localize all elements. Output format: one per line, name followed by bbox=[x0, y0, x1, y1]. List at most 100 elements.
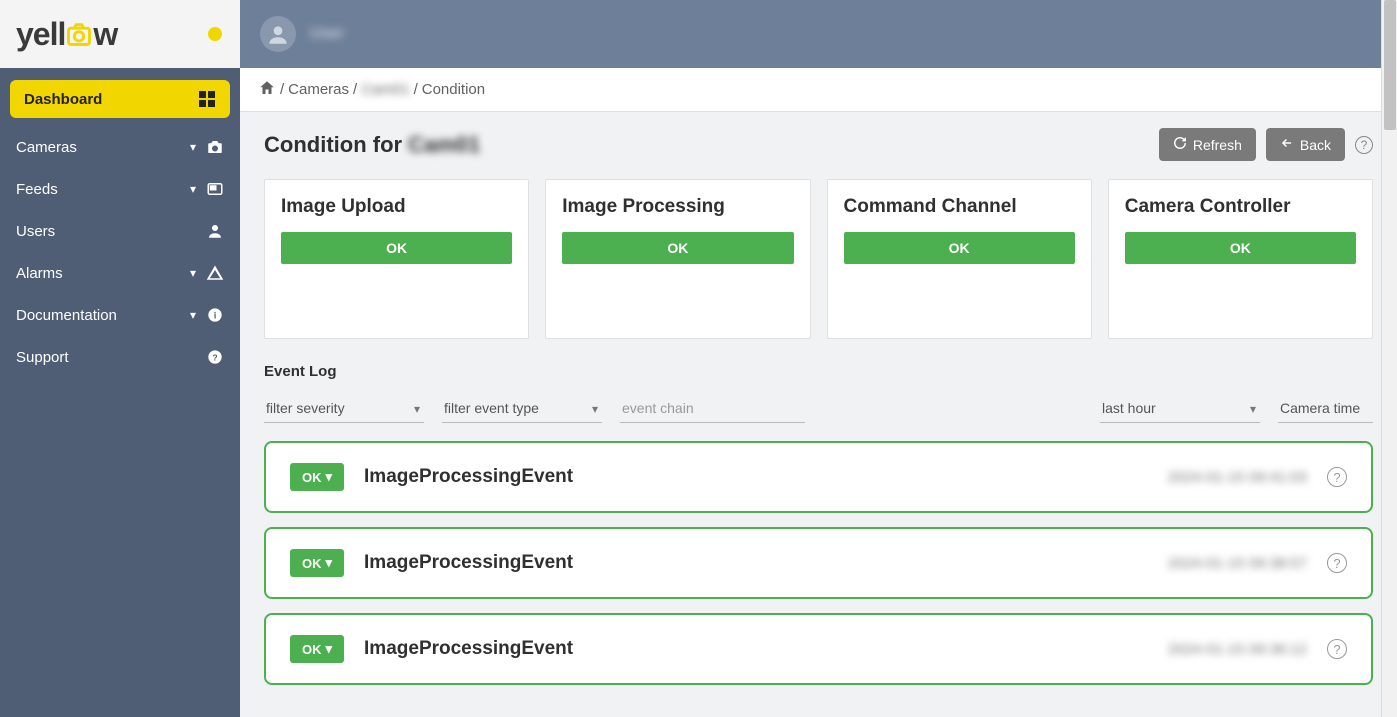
warning-icon bbox=[206, 264, 224, 282]
filter-event-type-select[interactable]: filter event type bbox=[442, 394, 602, 423]
status-card-command-channel: Command Channel OK bbox=[827, 179, 1092, 339]
status-card-camera-controller: Camera Controller OK bbox=[1108, 179, 1373, 339]
filter-severity-select[interactable]: filter severity bbox=[264, 394, 424, 423]
page-title: Condition for Cam01 bbox=[264, 132, 480, 158]
event-timestamp: 2024-01-15 09:38:57 bbox=[1168, 555, 1307, 572]
topbar: User bbox=[240, 0, 1397, 68]
sidebar-item-alarms[interactable]: Alarms ▾ bbox=[0, 252, 240, 294]
event-name: ImageProcessingEvent bbox=[364, 552, 573, 574]
breadcrumb-sep: / bbox=[353, 81, 357, 98]
filter-time-range-select[interactable]: last hour bbox=[1100, 394, 1260, 423]
sidebar-item-label: Documentation bbox=[16, 307, 117, 324]
card-title: Image Upload bbox=[281, 196, 512, 218]
event-row: OK ▾ ImageProcessingEvent 2024-01-15 09:4… bbox=[264, 441, 1373, 513]
page-help-icon[interactable]: ? bbox=[1355, 136, 1373, 154]
status-dot-icon bbox=[208, 27, 222, 41]
username-label: User bbox=[310, 25, 344, 43]
sidebar-item-label: Support bbox=[16, 349, 69, 366]
status-card-image-upload: Image Upload OK bbox=[264, 179, 529, 339]
brand-logo: yell w bbox=[16, 16, 117, 53]
sidebar-item-label: Alarms bbox=[16, 265, 63, 282]
refresh-button-label: Refresh bbox=[1193, 137, 1242, 153]
main-area: User / Cameras / Cam01 / Condition Condi… bbox=[240, 0, 1397, 717]
event-list: OK ▾ ImageProcessingEvent 2024-01-15 09:4… bbox=[264, 441, 1373, 685]
sidebar-item-feeds[interactable]: Feeds ▾ bbox=[0, 168, 240, 210]
logo-area: yell w bbox=[0, 0, 240, 68]
sidebar: yell w Dashboard Cameras ▾ bbox=[0, 0, 240, 717]
dashboard-icon bbox=[198, 90, 216, 108]
event-help-icon[interactable]: ? bbox=[1327, 639, 1347, 659]
page-header: Condition for Cam01 Refresh Back ? bbox=[264, 128, 1373, 161]
breadcrumb-sep: / bbox=[280, 81, 284, 98]
avatar[interactable] bbox=[260, 16, 296, 52]
header-buttons: Refresh Back ? bbox=[1159, 128, 1373, 161]
camera-icon bbox=[206, 138, 224, 156]
event-filters: filter severity ▾ filter event type ▾ la… bbox=[264, 394, 1373, 423]
page-title-subject: Cam01 bbox=[408, 132, 480, 158]
event-status-label: OK bbox=[302, 556, 322, 571]
sidebar-item-label: Users bbox=[16, 223, 55, 240]
sidebar-item-dashboard[interactable]: Dashboard bbox=[10, 80, 230, 118]
sidebar-item-label: Feeds bbox=[16, 181, 58, 198]
status-card-image-processing: Image Processing OK bbox=[545, 179, 810, 339]
breadcrumb: / Cameras / Cam01 / Condition bbox=[240, 68, 1397, 112]
filter-event-type-wrap: filter event type ▾ bbox=[442, 394, 602, 423]
filter-time-range-wrap: last hour ▾ bbox=[1100, 394, 1260, 423]
camera-o-icon bbox=[65, 20, 93, 48]
chevron-down-icon: ▾ bbox=[190, 308, 196, 322]
status-badge: OK bbox=[562, 232, 793, 264]
sidebar-item-cameras[interactable]: Cameras ▾ bbox=[0, 126, 240, 168]
status-badge: OK bbox=[281, 232, 512, 264]
filter-timezone-wrap: Camera time bbox=[1278, 394, 1373, 423]
svg-text:?: ? bbox=[212, 352, 217, 362]
event-status-label: OK bbox=[302, 642, 322, 657]
event-name: ImageProcessingEvent bbox=[364, 466, 573, 488]
caret-down-icon: ▾ bbox=[326, 641, 333, 657]
event-name: ImageProcessingEvent bbox=[364, 638, 573, 660]
breadcrumb-camera-id[interactable]: Cam01 bbox=[361, 81, 409, 98]
browser-scrollbar[interactable] bbox=[1381, 0, 1397, 717]
home-icon[interactable] bbox=[258, 79, 276, 101]
scrollbar-thumb[interactable] bbox=[1384, 0, 1396, 130]
caret-down-icon: ▾ bbox=[326, 469, 333, 485]
card-title: Command Channel bbox=[844, 196, 1075, 218]
logo-text-post: w bbox=[93, 16, 117, 53]
event-help-icon[interactable]: ? bbox=[1327, 553, 1347, 573]
filter-timezone-select[interactable]: Camera time bbox=[1278, 394, 1373, 423]
info-icon: i bbox=[206, 306, 224, 324]
card-title: Camera Controller bbox=[1125, 196, 1356, 218]
breadcrumb-cameras[interactable]: Cameras bbox=[288, 81, 349, 98]
back-button[interactable]: Back bbox=[1266, 128, 1345, 161]
refresh-icon bbox=[1173, 136, 1187, 153]
event-row: OK ▾ ImageProcessingEvent 2024-01-15 09:3… bbox=[264, 527, 1373, 599]
chevron-down-icon: ▾ bbox=[190, 182, 196, 196]
back-button-label: Back bbox=[1300, 137, 1331, 153]
event-timestamp: 2024-01-15 09:36:12 bbox=[1168, 641, 1307, 658]
event-row: OK ▾ ImageProcessingEvent 2024-01-15 09:3… bbox=[264, 613, 1373, 685]
event-log-title: Event Log bbox=[264, 363, 1373, 380]
sidebar-item-users[interactable]: Users bbox=[0, 210, 240, 252]
breadcrumb-condition: Condition bbox=[422, 81, 485, 98]
event-chain-input[interactable] bbox=[620, 394, 805, 423]
back-arrow-icon bbox=[1280, 136, 1294, 153]
event-status-label: OK bbox=[302, 470, 322, 485]
svg-text:i: i bbox=[214, 310, 217, 320]
sidebar-item-documentation[interactable]: Documentation ▾ i bbox=[0, 294, 240, 336]
event-help-icon[interactable]: ? bbox=[1327, 467, 1347, 487]
event-status-badge[interactable]: OK ▾ bbox=[290, 463, 344, 491]
caret-down-icon: ▾ bbox=[326, 555, 333, 571]
logo-text-pre: yell bbox=[16, 16, 65, 53]
help-icon: ? bbox=[206, 348, 224, 366]
status-badge: OK bbox=[1125, 232, 1356, 264]
nav-list: Dashboard Cameras ▾ Feeds ▾ bbox=[0, 68, 240, 378]
event-status-badge[interactable]: OK ▾ bbox=[290, 635, 344, 663]
refresh-button[interactable]: Refresh bbox=[1159, 128, 1256, 161]
card-title: Image Processing bbox=[562, 196, 793, 218]
content: Condition for Cam01 Refresh Back ? bbox=[240, 112, 1397, 717]
sidebar-item-support[interactable]: Support ? bbox=[0, 336, 240, 378]
page-title-prefix: Condition for bbox=[264, 132, 402, 158]
event-timestamp: 2024-01-15 09:41:03 bbox=[1168, 469, 1307, 486]
event-status-badge[interactable]: OK ▾ bbox=[290, 549, 344, 577]
chevron-down-icon: ▾ bbox=[190, 140, 196, 154]
status-cards: Image Upload OK Image Processing OK Comm… bbox=[264, 179, 1373, 339]
